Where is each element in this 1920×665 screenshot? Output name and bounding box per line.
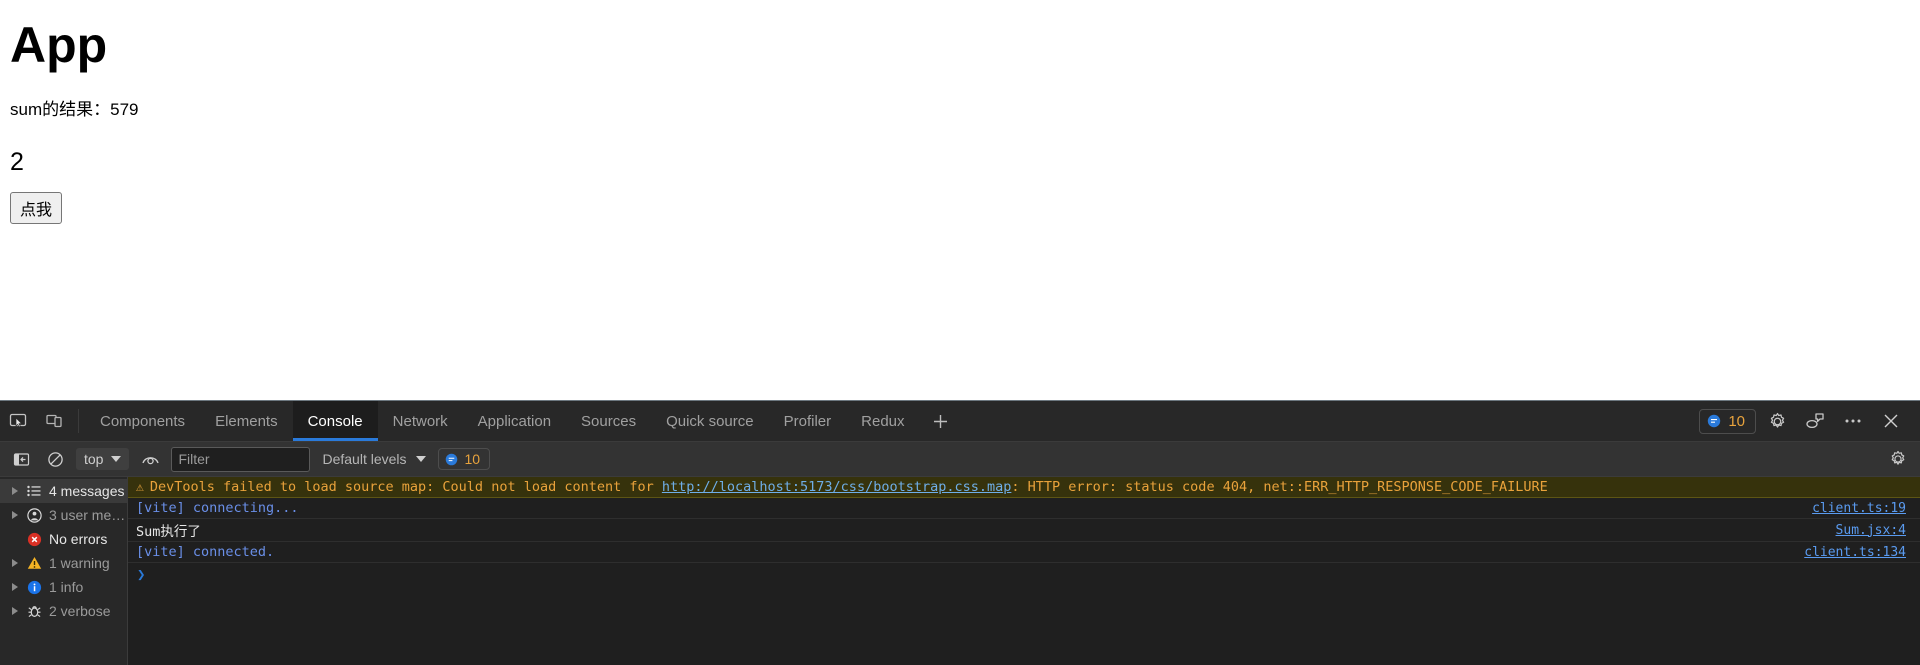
error-icon — [26, 532, 42, 547]
sidebar-item-info[interactable]: 1 info — [0, 575, 127, 599]
console-message-row[interactable]: Sum执行了 Sum.jsx:4 — [128, 519, 1920, 542]
console-message-text: Sum执行了 — [136, 520, 201, 540]
chevron-down-icon — [111, 456, 121, 462]
console-message-source-link[interactable]: client.ts:134 — [1804, 545, 1920, 560]
console-filter-input[interactable] — [171, 447, 310, 472]
tab-quick-source[interactable]: Quick source — [651, 401, 769, 441]
tab-components[interactable]: Components — [85, 401, 200, 441]
execution-context-label: top — [84, 451, 103, 467]
page-title: App — [10, 18, 1910, 73]
console-prompt[interactable]: ❯ — [128, 563, 1920, 587]
sidebar-item-warnings[interactable]: 1 warning — [0, 551, 127, 575]
issues-count: 10 — [1728, 413, 1745, 430]
sidebar-item-label: 3 user me… — [49, 507, 125, 523]
message-bubble-icon — [445, 453, 458, 466]
console-message-text: [vite] connected. — [136, 544, 274, 560]
console-message-row[interactable]: [vite] connected. client.ts:134 — [128, 542, 1920, 563]
console-body: 4 messages 3 user me… — [0, 477, 1920, 665]
sidebar-item-verbose[interactable]: 2 verbose — [0, 599, 127, 623]
expand-arrow-icon[interactable] — [10, 511, 19, 519]
info-icon — [26, 580, 42, 595]
counter-value: 2 — [10, 148, 1910, 177]
console-message-source-link[interactable]: client.ts:19 — [1812, 501, 1920, 516]
sidebar-item-messages[interactable]: 4 messages — [0, 479, 127, 503]
tab-label: Sources — [581, 413, 636, 430]
console-settings-gear-icon[interactable] — [1884, 446, 1912, 472]
message-url-link[interactable]: http://localhost:5173/css/bootstrap.css.… — [662, 479, 1012, 495]
page-viewport: App sum的结果：579 2 点我 — [0, 0, 1920, 400]
console-sidebar: 4 messages 3 user me… — [0, 477, 128, 665]
tab-profiler[interactable]: Profiler — [769, 401, 847, 441]
tab-elements[interactable]: Elements — [200, 401, 293, 441]
message-text-before: DevTools failed to load source map: Coul… — [150, 479, 662, 495]
expand-arrow-icon[interactable] — [10, 487, 19, 495]
tab-redux[interactable]: Redux — [846, 401, 919, 441]
log-levels-dropdown[interactable]: Default levels — [318, 451, 429, 467]
tabbar-divider — [78, 409, 79, 433]
toggle-console-sidebar-icon[interactable] — [8, 447, 34, 471]
warning-icon — [26, 556, 42, 570]
console-message-list: ⚠ DevTools failed to load source map: Co… — [128, 477, 1920, 665]
sum-result-text: sum的结果：579 — [10, 95, 1910, 120]
tab-sources[interactable]: Sources — [566, 401, 651, 441]
more-options-icon[interactable] — [1836, 406, 1870, 436]
sidebar-item-label: 1 info — [49, 579, 83, 595]
devtools-panel: Components Elements Console Network Appl… — [0, 400, 1920, 665]
settings-gear-icon[interactable] — [1760, 406, 1794, 436]
message-bubble-icon — [1707, 414, 1721, 428]
live-expression-eye-icon[interactable] — [137, 447, 163, 471]
devtools-tabbar-right: 10 — [1699, 401, 1920, 441]
expand-arrow-icon[interactable] — [10, 607, 19, 615]
expand-arrow-icon[interactable] — [10, 559, 19, 567]
sidebar-item-label: 4 messages — [49, 483, 124, 499]
inspect-element-icon[interactable] — [0, 401, 36, 441]
devtools-issues-icon[interactable] — [1798, 406, 1832, 436]
tab-console[interactable]: Console — [293, 401, 378, 441]
sidebar-item-label: 1 warning — [49, 555, 110, 571]
list-icon — [26, 485, 42, 497]
prompt-caret-icon: ❯ — [137, 567, 145, 583]
sidebar-item-errors[interactable]: No errors — [0, 527, 127, 551]
user-icon — [26, 508, 42, 523]
log-levels-label: Default levels — [322, 451, 406, 467]
tab-label: Redux — [861, 413, 904, 430]
tab-label: Profiler — [784, 413, 832, 430]
sidebar-item-label: No errors — [49, 531, 107, 547]
devtools-tabbar: Components Elements Console Network Appl… — [0, 401, 1920, 442]
toolbar-issues-count: 10 — [465, 451, 481, 467]
console-message-row[interactable]: [vite] connecting... client.ts:19 — [128, 498, 1920, 519]
warning-icon: ⚠ — [136, 480, 144, 495]
device-toolbar-icon[interactable] — [36, 401, 72, 441]
console-toolbar: top Default levels 10 — [0, 442, 1920, 477]
message-text-after: : HTTP error: status code 404, net::ERR_… — [1011, 479, 1547, 495]
issues-badge[interactable]: 10 — [1699, 409, 1756, 434]
console-message-row[interactable]: ⚠ DevTools failed to load source map: Co… — [128, 477, 1920, 498]
clear-console-icon[interactable] — [42, 447, 68, 471]
bug-icon — [26, 604, 42, 619]
console-message-text: DevTools failed to load source map: Coul… — [150, 479, 1548, 495]
tab-label: Network — [393, 413, 448, 430]
tab-label: Console — [308, 413, 363, 430]
sidebar-item-label: 2 verbose — [49, 603, 110, 619]
close-devtools-icon[interactable] — [1874, 406, 1908, 436]
tab-application[interactable]: Application — [463, 401, 566, 441]
tab-label: Quick source — [666, 413, 754, 430]
console-message-source-link[interactable]: Sum.jsx:4 — [1836, 523, 1920, 538]
tab-label: Application — [478, 413, 551, 430]
execution-context-dropdown[interactable]: top — [76, 448, 129, 470]
console-message-text: [vite] connecting... — [136, 500, 299, 516]
tab-label: Components — [100, 413, 185, 430]
tab-label: Elements — [215, 413, 278, 430]
chevron-down-icon — [416, 456, 426, 462]
expand-arrow-icon[interactable] — [10, 583, 19, 591]
add-tab-icon[interactable] — [920, 401, 961, 441]
toolbar-issues-badge[interactable]: 10 — [438, 448, 491, 470]
click-me-button[interactable]: 点我 — [10, 192, 62, 224]
tab-network[interactable]: Network — [378, 401, 463, 441]
sidebar-item-user-messages[interactable]: 3 user me… — [0, 503, 127, 527]
